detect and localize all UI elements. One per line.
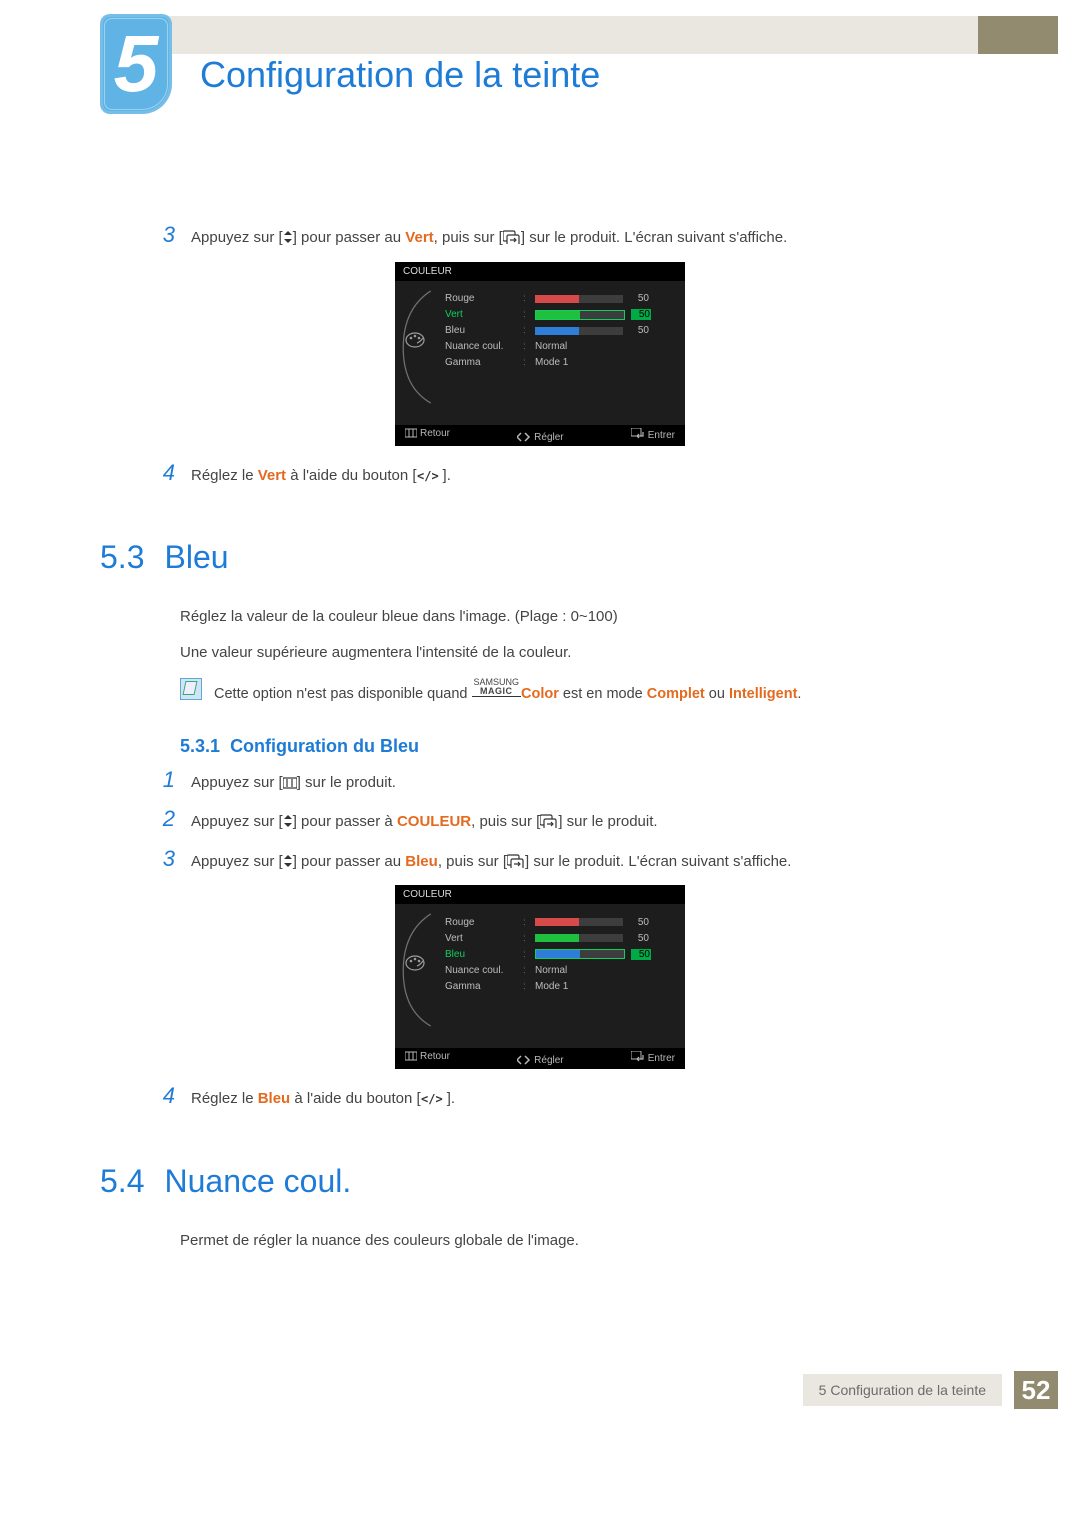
step-text: Réglez le Bleu à l'aide du bouton []. bbox=[191, 1088, 980, 1113]
chapter-title: Configuration de la teinte bbox=[200, 54, 600, 96]
osd-footer: Retour Régler Entrer bbox=[395, 425, 685, 446]
osd-panel-vert: COULEUR Rouge: 50 Vert: 50 Bleu: 50 Nuan… bbox=[395, 262, 685, 446]
osd-row-bleu-selected: Bleu: 50 bbox=[445, 946, 673, 962]
osd-row-gamma: Gamma: Mode 1 bbox=[445, 978, 673, 994]
chapter-header: 5 Configuration de la teinte bbox=[0, 54, 1080, 142]
osd-row-rouge: Rouge: 50 bbox=[445, 914, 673, 930]
osd-footer-regler: Régler bbox=[517, 428, 563, 443]
osd-title: COULEUR bbox=[395, 262, 685, 281]
osd-row-nuance: Nuance coul.: Normal bbox=[445, 962, 673, 978]
section-5-3-heading: 5.3 Bleu bbox=[100, 539, 980, 576]
osd-row-gamma: Gamma: Mode 1 bbox=[445, 355, 673, 371]
step-text: Réglez le Vert à l'aide du bouton []. bbox=[191, 465, 980, 490]
osd-panel-bleu: COULEUR Rouge: 50 Vert: 50 Bleu: 50 Nuan… bbox=[395, 885, 685, 1069]
page-footer: 5 Configuration de la teinte 52 bbox=[0, 1371, 1080, 1439]
step-4-vert: 4 Réglez le Vert à l'aide du bouton []. bbox=[100, 460, 980, 490]
osd-row-bleu: Bleu: 50 bbox=[445, 323, 673, 339]
osd-footer-retour: Retour bbox=[405, 428, 450, 443]
osd-footer-entrer: Entrer bbox=[631, 1051, 675, 1066]
paragraph: Réglez la valeur de la couleur bleue dan… bbox=[180, 606, 980, 628]
menu-icon bbox=[283, 774, 297, 797]
step-number: 2 bbox=[100, 806, 191, 832]
samsung-magic-logo: SAMSUNGMAGIC bbox=[472, 678, 522, 697]
enter-icon bbox=[507, 853, 525, 876]
step-number: 3 bbox=[100, 846, 191, 872]
note-icon bbox=[180, 678, 202, 700]
step-3-vert: 3 Appuyez sur [] pour passer au Vert, pu… bbox=[100, 222, 980, 252]
updown-icon bbox=[283, 812, 293, 836]
osd-footer-entrer: Entrer bbox=[631, 428, 675, 443]
step-2-bleu: 2 Appuyez sur [] pour passer à COULEUR, … bbox=[100, 806, 980, 836]
osd-row-vert-selected: Vert: 50 bbox=[445, 307, 673, 323]
leftright-code-icon bbox=[417, 467, 443, 490]
osd-footer: Retour Régler Entrer bbox=[395, 1048, 685, 1069]
paragraph: Une valeur supérieure augmentera l'inten… bbox=[180, 642, 980, 664]
subsection-5-3-1-heading: 5.3.1 Configuration du Bleu bbox=[180, 736, 980, 757]
osd-row-rouge: Rouge: 50 bbox=[445, 291, 673, 307]
step-text: Appuyez sur [] pour passer au Vert, puis… bbox=[191, 227, 980, 252]
page-number: 52 bbox=[1014, 1371, 1058, 1409]
chapter-number-badge: 5 bbox=[100, 14, 172, 114]
osd-title: COULEUR bbox=[395, 885, 685, 904]
updown-icon bbox=[283, 228, 293, 252]
step-number: 4 bbox=[100, 460, 191, 486]
section-5-4-heading: 5.4 Nuance coul. bbox=[100, 1163, 980, 1200]
osd-row-nuance: Nuance coul.: Normal bbox=[445, 339, 673, 355]
step-4-bleu: 4 Réglez le Bleu à l'aide du bouton []. bbox=[100, 1083, 980, 1113]
palette-icon bbox=[405, 954, 427, 975]
page-content: 3 Appuyez sur [] pour passer au Vert, pu… bbox=[100, 222, 980, 1251]
step-text: Appuyez sur [] pour passer à COULEUR, pu… bbox=[191, 811, 980, 836]
osd-footer-regler: Régler bbox=[517, 1051, 563, 1066]
leftright-code-icon bbox=[421, 1090, 447, 1113]
osd-footer-retour: Retour bbox=[405, 1051, 450, 1066]
footer-chapter-label: 5 Configuration de la teinte bbox=[803, 1374, 1002, 1406]
osd-row-vert: Vert: 50 bbox=[445, 930, 673, 946]
step-text: Appuyez sur [] sur le produit. bbox=[191, 772, 980, 797]
paragraph: Permet de régler la nuance des couleurs … bbox=[180, 1230, 980, 1252]
updown-icon bbox=[283, 852, 293, 876]
note-callout: Cette option n'est pas disponible quand … bbox=[180, 678, 980, 702]
step-1-bleu: 1 Appuyez sur [] sur le produit. bbox=[100, 767, 980, 797]
palette-icon bbox=[405, 331, 427, 352]
enter-icon bbox=[540, 813, 558, 836]
step-text: Appuyez sur [] pour passer au Bleu, puis… bbox=[191, 851, 980, 876]
step-3-bleu: 3 Appuyez sur [] pour passer au Bleu, pu… bbox=[100, 846, 980, 876]
step-number: 3 bbox=[100, 222, 191, 248]
enter-icon bbox=[503, 229, 521, 252]
step-number: 1 bbox=[100, 767, 191, 793]
step-number: 4 bbox=[100, 1083, 191, 1109]
